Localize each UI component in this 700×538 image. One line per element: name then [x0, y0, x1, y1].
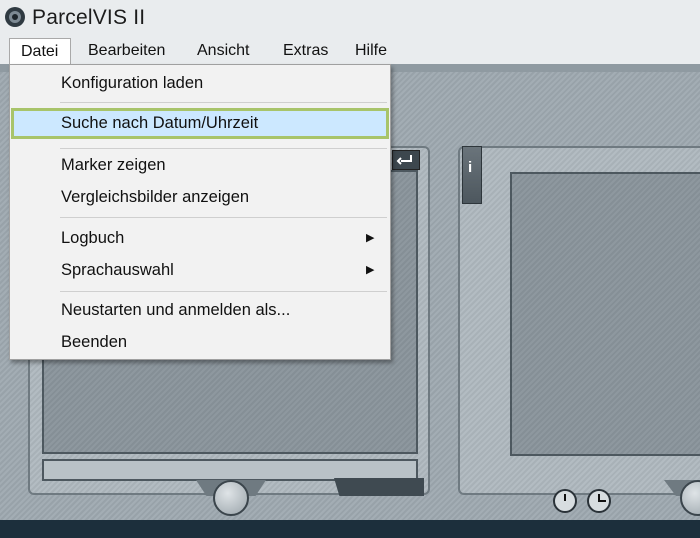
bottom-bar — [0, 520, 700, 538]
menu-extras[interactable]: Extras — [283, 38, 328, 64]
menu-item-label: Suche nach Datum/Uhrzeit — [61, 114, 259, 132]
menu-item-sprachauswahl[interactable]: Sprachauswahl ▶ — [10, 254, 390, 286]
left-round-button[interactable] — [213, 480, 249, 516]
title-bar: ParcelVIS II — [0, 0, 700, 38]
app-title: ParcelVIS II — [32, 6, 146, 29]
clock-icon[interactable] — [553, 489, 577, 513]
menu-ansicht[interactable]: Ansicht — [197, 38, 249, 64]
menu-item-suche-nach-datum[interactable]: Suche nach Datum/Uhrzeit — [11, 108, 389, 139]
menu-hilfe[interactable]: Hilfe — [355, 38, 387, 64]
menu-item-label: Konfiguration laden — [61, 74, 204, 92]
menu-item-logbuch[interactable]: Logbuch ▶ — [10, 222, 390, 254]
clock-quarter-icon[interactable] — [587, 489, 611, 513]
menu-bearbeiten[interactable]: Bearbeiten — [88, 38, 165, 64]
menu-item-label: Marker zeigen — [61, 156, 166, 174]
menu-item-konfiguration-laden[interactable]: Konfiguration laden — [10, 67, 390, 99]
left-status-strip — [42, 459, 418, 481]
menu-item-neustarten[interactable]: Neustarten und anmelden als... — [10, 294, 390, 326]
menu-bar: Datei Bearbeiten Ansicht Extras Hilfe — [0, 38, 700, 64]
menu-item-label: Beenden — [61, 333, 128, 351]
info-icon: i — [468, 159, 473, 176]
menu-separator — [60, 291, 387, 292]
menu-item-label: Logbuch — [61, 229, 125, 247]
menu-item-vergleichsbilder[interactable]: Vergleichsbilder anzeigen — [10, 181, 390, 213]
menu-item-label: Vergleichsbilder anzeigen — [61, 188, 250, 206]
menu-separator — [60, 102, 387, 103]
submenu-arrow-icon: ▶ — [366, 232, 375, 244]
info-tab[interactable]: i — [462, 146, 482, 204]
enter-icon[interactable] — [392, 150, 420, 170]
menu-datei[interactable]: Datei — [9, 38, 71, 64]
menu-item-beenden[interactable]: Beenden — [10, 326, 390, 358]
submenu-arrow-icon: ▶ — [366, 264, 375, 276]
menu-item-label: Sprachauswahl — [61, 261, 174, 279]
right-image-area[interactable] — [510, 172, 700, 456]
left-bottom-tab — [334, 478, 424, 496]
camera-lens-icon — [5, 7, 25, 27]
menu-item-label: Neustarten und anmelden als... — [61, 301, 291, 319]
menu-item-marker-zeigen[interactable]: Marker zeigen — [10, 149, 390, 181]
menu-separator — [60, 217, 387, 218]
datei-dropdown-menu: Konfiguration laden Suche nach Datum/Uhr… — [9, 64, 391, 360]
